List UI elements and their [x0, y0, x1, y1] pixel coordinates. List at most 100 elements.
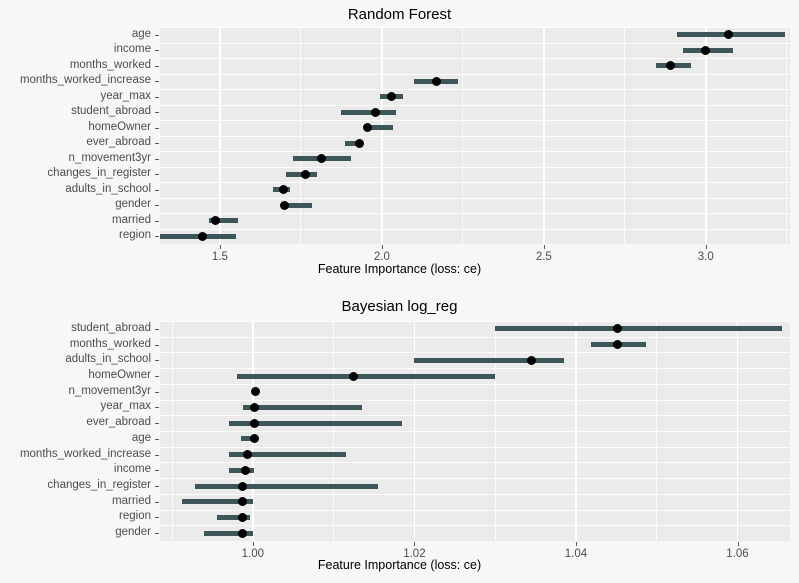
confidence-interval-bar [236, 373, 496, 379]
data-point [354, 138, 364, 148]
x-axis-tick-mark [252, 542, 254, 546]
data-point [237, 512, 247, 522]
gridline-horizontal [160, 336, 790, 338]
y-axis-tick-mark [155, 236, 159, 238]
gridline-horizontal [160, 383, 790, 385]
gridline-minor-vertical [786, 27, 788, 244]
gridline-horizontal [160, 89, 790, 90]
data-point [210, 216, 220, 226]
y-axis-tick-mark [155, 158, 159, 160]
gridline-major-vertical [704, 27, 707, 244]
y-axis-tick-mark [155, 517, 159, 519]
gridline-horizontal [160, 478, 790, 480]
y-axis-tick-mark [155, 470, 159, 472]
y-axis-tick-mark [155, 438, 159, 440]
gridline-major-vertical [575, 321, 577, 541]
y-axis-tick-label: region [119, 510, 151, 523]
gridline-horizontal [160, 27, 790, 28]
gridline-horizontal [160, 525, 790, 527]
gridline-horizontal [160, 213, 790, 214]
y-axis-tick-label: age [131, 431, 151, 444]
y-axis-tick-label: income [113, 43, 151, 56]
gridline-horizontal [160, 166, 790, 168]
confidence-interval-bar [414, 357, 564, 363]
confidence-interval-bar [341, 109, 397, 115]
y-axis-tick-mark [155, 143, 159, 145]
x-axis-tick-mark [543, 245, 545, 249]
confidence-interval-bar [194, 483, 379, 489]
y-axis-tick-mark [155, 96, 159, 98]
x-axis-tick-mark [705, 245, 707, 249]
gridline-horizontal [160, 352, 790, 354]
y-axis-tick-mark [155, 81, 159, 83]
gridline-horizontal [160, 493, 790, 495]
figure-root: Random Forest age income months_worked mont… [0, 0, 799, 583]
y-axis-tick-mark [155, 65, 159, 67]
y-axis-tick-label: married [112, 494, 151, 507]
gridline-horizontal [160, 182, 790, 183]
y-axis-tick-label: ever_abroad [86, 136, 151, 149]
gridline-minor-vertical [171, 321, 173, 541]
gridline-horizontal [160, 368, 790, 370]
y-axis-tick-mark [155, 220, 159, 222]
data-point [432, 76, 442, 86]
data-point [665, 61, 675, 71]
y-axis-tick-label: homeOwner [88, 369, 151, 381]
chart-title-bayesian-log-reg: Bayesian log_reg [341, 298, 458, 315]
plot-area-random-forest [160, 27, 790, 244]
y-axis-tick-label: student_abroad [71, 105, 151, 118]
gridline-horizontal [160, 446, 790, 448]
gridline-horizontal [160, 321, 790, 322]
data-point [250, 402, 259, 412]
confidence-interval-bar [243, 404, 362, 410]
data-point [250, 418, 259, 428]
data-point [723, 30, 733, 40]
y-axis-tick-label: n_movement3yr [68, 384, 151, 397]
y-axis-tick-mark [155, 423, 159, 425]
data-point [250, 387, 260, 397]
y-axis-tick-label: homeOwner [88, 120, 151, 133]
y-axis-tick-mark [155, 127, 159, 129]
gridline-horizontal [160, 197, 790, 199]
y-axis-tick-label: region [119, 229, 151, 242]
y-axis-tick-mark [155, 486, 159, 487]
y-axis-tick-label: student_abroad [71, 321, 151, 334]
y-axis-tick-label: months_worked [69, 58, 151, 71]
gridline-horizontal [160, 58, 790, 59]
chart-title-random-forest: Random Forest [347, 6, 452, 23]
y-axis-tick-mark [155, 360, 159, 362]
data-point [613, 340, 623, 350]
y-axis-tick-label: months_worked [69, 337, 151, 350]
y-axis-tick-label: year_max [100, 400, 152, 413]
gridline-horizontal [160, 228, 790, 230]
gridline-minor-vertical [462, 27, 464, 244]
chart-panel-random-forest: Random Forest age income months_worked mont… [0, 0, 799, 290]
data-point [349, 371, 359, 381]
y-axis-tick-mark [155, 344, 159, 346]
data-point [370, 107, 380, 117]
x-axis-tick-mark [381, 245, 383, 249]
y-axis-tick-mark [155, 407, 159, 409]
x-axis-tick-mark [737, 542, 739, 546]
data-point [237, 497, 247, 507]
y-axis-tick-mark [155, 391, 159, 393]
gridline-horizontal [160, 73, 790, 75]
y-axis-tick-label: married [112, 213, 151, 226]
y-axis-tick-mark [155, 34, 159, 36]
y-axis-tick-label: changes_in_register [47, 167, 151, 180]
y-axis-tick-mark [155, 501, 159, 503]
y-axis-tick-label: income [113, 463, 151, 476]
data-point [280, 200, 290, 210]
gridline-major-vertical [252, 321, 254, 541]
gridline-major-vertical [219, 27, 221, 244]
y-axis-tick-mark [155, 454, 159, 456]
y-axis-tick-label: adults_in_school [65, 182, 151, 195]
gridline-horizontal [160, 42, 790, 44]
x-axis-tick-mark [219, 245, 221, 249]
y-axis-tick-mark [155, 174, 159, 176]
gridline-minor-vertical [656, 321, 658, 541]
data-point [362, 123, 372, 133]
gridline-minor-vertical [494, 321, 496, 541]
data-point [317, 154, 327, 164]
y-axis-tick-label: gender [115, 526, 151, 539]
